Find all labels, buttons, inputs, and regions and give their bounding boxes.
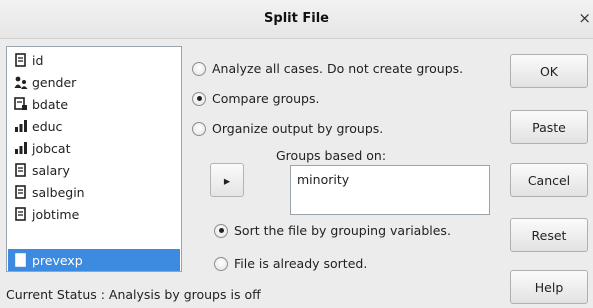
radio-compare-groups[interactable] [192,91,206,106]
title-bar: Split File × [0,0,593,39]
variable-item-educ[interactable]: educ [8,115,180,137]
scale-icon [14,185,28,199]
cancel-button[interactable]: Cancel [510,163,588,197]
reset-button[interactable]: Reset [510,218,588,252]
radio-organize-output[interactable] [192,121,206,136]
variable-item-salary[interactable]: salary [8,159,180,181]
date-icon [14,97,28,111]
move-to-groups-button[interactable]: ▸ [210,163,244,197]
variable-item-jobcat[interactable]: jobcat [8,137,180,159]
option-compare-groups[interactable]: Compare groups. [192,91,319,106]
variable-item-prevexp[interactable]: prevexp [8,249,180,271]
variable-label: gender [32,74,77,90]
radio-already-sorted[interactable] [214,256,228,271]
status-text: Current Status : Analysis by groups is o… [6,287,261,302]
scale-icon [14,53,28,67]
radio-sort-file[interactable] [214,223,228,238]
option-label: Compare groups. [212,91,320,106]
groups-list[interactable]: minority [290,165,490,215]
option-organize-output[interactable]: Organize output by groups. [192,121,383,136]
variable-item-id[interactable]: id [8,49,180,71]
groups-list-item[interactable]: minority [297,172,349,187]
close-icon[interactable]: × [578,9,591,27]
variable-item-salbegin[interactable]: salbegin [8,181,180,203]
help-button[interactable]: Help [510,270,588,304]
option-already-sorted[interactable]: File is already sorted. [214,256,367,271]
option-label: Analyze all cases. Do not create groups. [212,61,464,76]
variable-label: salary [32,162,70,178]
variable-label: salbegin [32,184,85,200]
option-label: File is already sorted. [234,256,368,271]
option-label: Organize output by groups. [212,121,384,136]
paste-button[interactable]: Paste [510,110,588,144]
ok-button[interactable]: OK [510,54,588,88]
dialog-title: Split File [264,11,329,26]
variable-label: educ [32,118,63,134]
nominal-icon [14,75,28,89]
scale-icon [14,163,28,177]
ordinal-icon [14,141,28,155]
scale-icon [14,253,28,267]
variable-item-gender[interactable]: gender [8,71,180,93]
variable-list[interactable]: id gender bdate educ jobcat salary salbe… [6,46,182,272]
option-label: Sort the file by grouping variables. [234,223,451,238]
radio-analyze-all[interactable] [192,61,206,76]
variable-label: prevexp [32,252,83,268]
variable-label: jobcat [32,140,71,156]
scale-icon [14,207,28,221]
groups-based-on-label: Groups based on: [276,148,387,163]
arrow-right-icon: ▸ [223,172,231,188]
variable-label: jobtime [32,206,80,222]
variable-item-jobtime[interactable]: jobtime [8,203,180,225]
option-analyze-all[interactable]: Analyze all cases. Do not create groups. [192,61,463,76]
variable-label: id [32,52,44,68]
variable-item-bdate[interactable]: bdate [8,93,180,115]
ordinal-icon [14,119,28,133]
variable-label: bdate [32,96,69,112]
option-sort-file[interactable]: Sort the file by grouping variables. [214,223,451,238]
